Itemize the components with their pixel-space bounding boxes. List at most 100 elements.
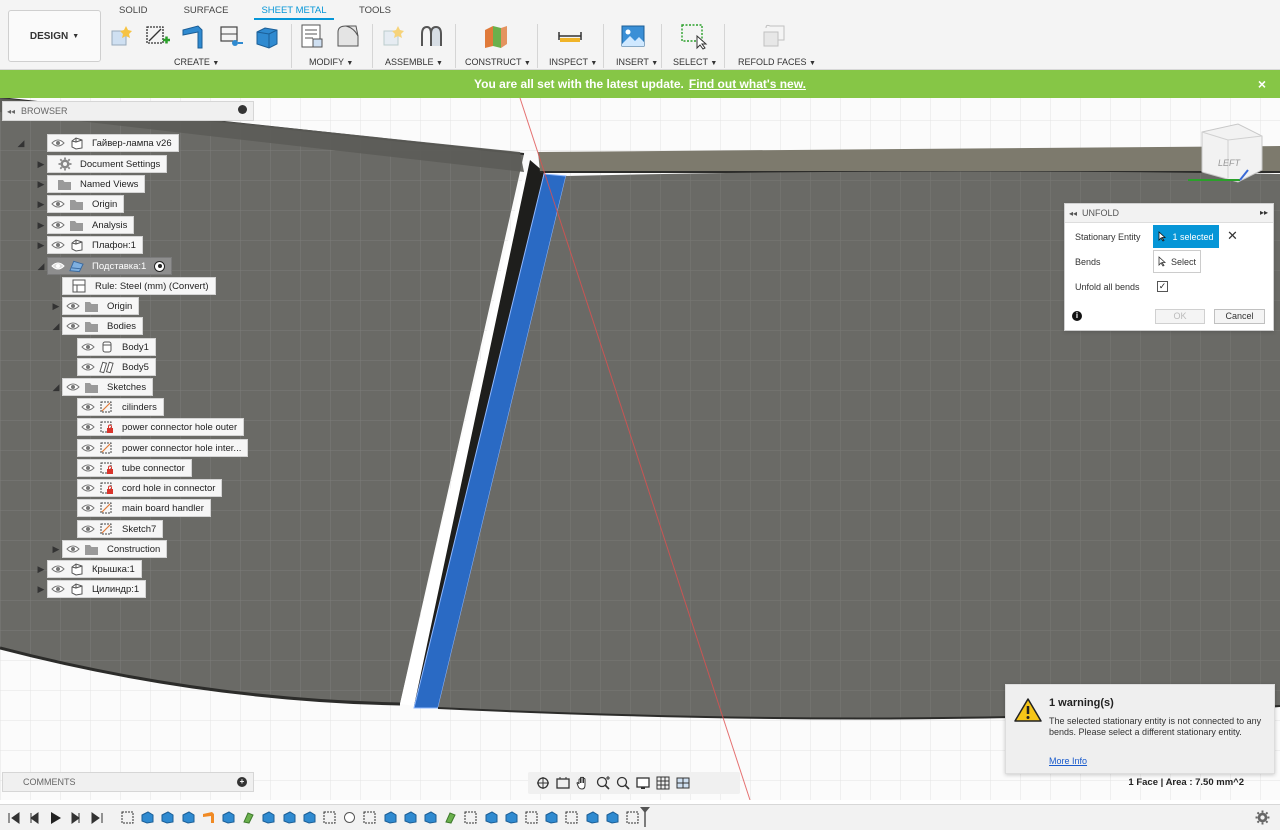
timeline-feature-icon[interactable]	[363, 811, 376, 824]
expand-arrow-icon[interactable]: ▶	[36, 159, 46, 169]
timeline-feature-icon[interactable]	[141, 811, 154, 824]
timeline-feature-icon[interactable]	[485, 811, 498, 824]
timeline-feature-icon[interactable]	[424, 811, 437, 824]
window-select-icon[interactable]	[680, 22, 708, 50]
timeline-feature-icon[interactable]	[384, 811, 397, 824]
construct-menu[interactable]: CONSTRUCT ▼	[465, 57, 531, 67]
visibility-eye-icon[interactable]	[50, 137, 66, 149]
expand-icon[interactable]: ▸▸	[1260, 208, 1268, 217]
tab-tools[interactable]: TOOLS	[357, 5, 393, 16]
browser-item[interactable]: Bodies	[62, 317, 144, 335]
browser-item[interactable]: Sketches	[62, 378, 154, 396]
timeline-feature-icon[interactable]	[545, 811, 558, 824]
browser-panel-header[interactable]: ◂◂ BROWSER	[2, 101, 254, 121]
pin-icon[interactable]	[238, 105, 247, 114]
timeline-feature-icon[interactable]	[343, 811, 356, 824]
browser-item[interactable]: Sketch7	[77, 520, 164, 538]
timeline-settings-gear-icon[interactable]	[1255, 810, 1270, 825]
cancel-button[interactable]: Cancel	[1214, 309, 1265, 324]
timeline-feature-icon[interactable]	[161, 811, 174, 824]
activate-component-icon[interactable]	[154, 260, 166, 272]
browser-item[interactable]: Origin	[62, 297, 140, 315]
look-at-icon[interactable]	[554, 775, 571, 791]
modify-menu[interactable]: MODIFY ▼	[309, 57, 353, 67]
joint-icon[interactable]	[417, 22, 445, 50]
flange-icon[interactable]	[180, 22, 208, 50]
create-menu[interactable]: CREATE ▼	[174, 57, 219, 67]
assemble-new-component-icon[interactable]	[380, 22, 408, 50]
pan-icon[interactable]	[574, 775, 591, 791]
create-sketch-icon[interactable]	[143, 22, 171, 50]
workspace-switcher-button[interactable]: DESIGN ▼	[8, 10, 101, 62]
add-comment-icon[interactable]: +	[237, 777, 247, 787]
browser-item[interactable]: power connector hole inter...	[77, 439, 249, 457]
previous-icon[interactable]	[27, 811, 41, 825]
select-menu[interactable]: SELECT ▼	[673, 57, 717, 67]
orbit-icon[interactable]	[534, 775, 551, 791]
browser-item[interactable]: Подставка:1	[47, 257, 173, 275]
timeline-feature-icon[interactable]	[202, 811, 215, 824]
play-icon[interactable]	[48, 811, 62, 825]
browser-item[interactable]: Body5	[77, 358, 156, 376]
timeline-feature-icon[interactable]	[242, 811, 255, 824]
comments-panel-header[interactable]: COMMENTS +	[2, 772, 254, 792]
close-icon[interactable]: ×	[1258, 76, 1266, 92]
ok-button[interactable]: OK	[1155, 309, 1205, 324]
visibility-eye-icon[interactable]	[65, 300, 81, 312]
visibility-eye-icon[interactable]	[80, 341, 96, 353]
clear-selection-icon[interactable]: ✕	[1227, 228, 1238, 244]
browser-item[interactable]: main board handler	[77, 499, 211, 517]
timeline-feature-icon[interactable]	[525, 811, 538, 824]
timeline-feature-icon[interactable]	[565, 811, 578, 824]
visibility-eye-icon[interactable]	[50, 563, 66, 575]
extrude-icon[interactable]	[253, 22, 281, 50]
browser-item[interactable]: Плафон:1	[47, 236, 143, 254]
visibility-eye-icon[interactable]	[80, 502, 96, 514]
unfold-icon[interactable]	[334, 22, 362, 50]
timeline-feature-icon[interactable]	[222, 811, 235, 824]
stationary-entity-selector[interactable]: 1 selected	[1153, 225, 1219, 248]
collapse-icon[interactable]: ◂◂	[1069, 209, 1077, 218]
insert-image-icon[interactable]	[619, 22, 647, 50]
grid-icon[interactable]	[654, 775, 671, 791]
browser-item[interactable]: cord hole in connector	[77, 479, 223, 497]
collapse-arrow-icon[interactable]: ◢	[16, 138, 26, 148]
bends-selector[interactable]: Select	[1153, 250, 1201, 273]
visibility-eye-icon[interactable]	[65, 543, 81, 555]
expand-arrow-icon[interactable]: ▶	[36, 179, 46, 189]
timeline-feature-icon[interactable]	[121, 811, 134, 824]
expand-arrow-icon[interactable]: ▶	[36, 220, 46, 230]
timeline-feature-icon[interactable]	[505, 811, 518, 824]
inspect-menu[interactable]: INSPECT ▼	[549, 57, 597, 67]
zoom-icon[interactable]	[594, 775, 611, 791]
visibility-eye-icon[interactable]	[80, 482, 96, 494]
tab-sheet-metal[interactable]: SHEET METAL	[254, 5, 334, 20]
refold-faces-icon[interactable]	[760, 22, 788, 50]
next-icon[interactable]	[69, 811, 83, 825]
first-icon[interactable]	[7, 811, 21, 825]
viewports-icon[interactable]	[674, 775, 691, 791]
timeline-feature-icon[interactable]	[262, 811, 275, 824]
timeline-feature-icon[interactable]	[303, 811, 316, 824]
browser-item[interactable]: Analysis	[47, 216, 135, 234]
assemble-menu[interactable]: ASSEMBLE ▼	[385, 57, 443, 67]
visibility-eye-icon[interactable]	[50, 239, 66, 251]
more-info-link[interactable]: More Info	[1049, 756, 1087, 766]
browser-item[interactable]: Rule: Steel (mm) (Convert)	[62, 277, 216, 295]
timeline-feature-icon[interactable]	[464, 811, 477, 824]
refold-faces-menu[interactable]: REFOLD FACES ▼	[738, 57, 816, 67]
expand-arrow-icon[interactable]: ▶	[36, 240, 46, 250]
browser-item[interactable]: Body1	[77, 338, 156, 356]
visibility-eye-icon[interactable]	[80, 421, 96, 433]
collapse-arrow-icon[interactable]: ◢	[51, 382, 61, 392]
visibility-eye-icon[interactable]	[80, 401, 96, 413]
visibility-eye-icon[interactable]	[80, 523, 96, 535]
collapse-arrow-icon[interactable]: ◢	[36, 261, 46, 271]
visibility-eye-icon[interactable]	[50, 583, 66, 595]
expand-arrow-icon[interactable]: ▶	[51, 544, 61, 554]
expand-arrow-icon[interactable]: ▶	[36, 564, 46, 574]
tab-solid[interactable]: SOLID	[119, 5, 148, 16]
timeline-feature-icon[interactable]	[444, 811, 457, 824]
timeline-feature-icon[interactable]	[404, 811, 417, 824]
visibility-eye-icon[interactable]	[80, 442, 96, 454]
